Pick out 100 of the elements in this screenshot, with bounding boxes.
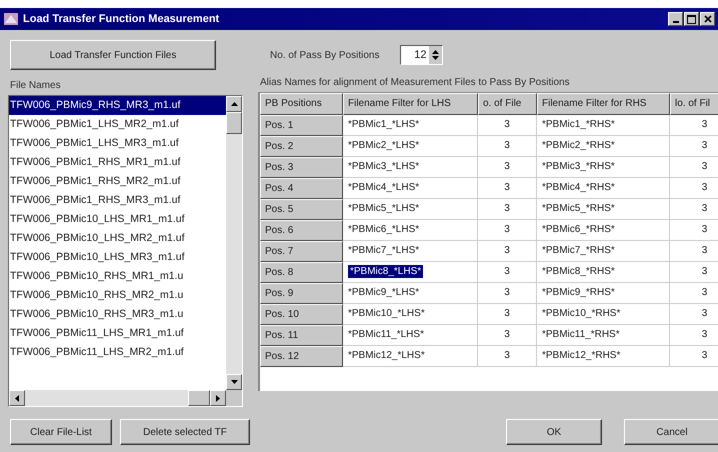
window-title: Load Transfer Function Measurement (23, 13, 220, 25)
scroll-right-icon[interactable] (216, 394, 220, 402)
row-header[interactable]: Pos. 6 (260, 220, 343, 241)
cancel-button[interactable]: Cancel (624, 419, 718, 445)
column-header[interactable]: o. of File (478, 93, 537, 115)
table-cell[interactable]: *PBMic1_*RHS* (537, 115, 670, 136)
file-list-item[interactable]: TFW006_PBMic10_LHS_MR2_m1.uf (9, 229, 226, 248)
delete-button[interactable]: Delete selected TF (120, 419, 250, 445)
table-cell[interactable]: *PBMic9_*RHS* (537, 283, 670, 304)
table-cell[interactable]: *PBMic9_*LHS* (343, 283, 478, 304)
file-list-item[interactable]: TFW006_PBMic1_LHS_MR3_m1.uf (9, 134, 226, 153)
row-header[interactable]: Pos. 7 (260, 241, 343, 262)
table-cell[interactable]: *PBMic12_*LHS* (343, 346, 478, 367)
table-cell[interactable]: *PBMic3_*LHS* (343, 157, 478, 178)
table-cell[interactable]: *PBMic6_*RHS* (537, 220, 670, 241)
table-cell: 3 (478, 199, 537, 220)
table-cell[interactable]: *PBMic5_*RHS* (537, 199, 670, 220)
row-header[interactable]: Pos. 3 (260, 157, 343, 178)
row-header[interactable]: Pos. 8 (260, 262, 343, 283)
file-list-item[interactable]: TFW006_PBMic9_RHS_MR3_m1.uf (9, 96, 226, 115)
file-names-label: File Names (10, 80, 62, 91)
spin-up-icon[interactable] (432, 50, 438, 54)
minimize-button[interactable] (668, 12, 683, 26)
scrollbar-corner (226, 390, 242, 406)
table-cell[interactable]: *PBMic8_*RHS* (537, 262, 670, 283)
table-cell[interactable]: *PBMic8_*LHS* (343, 262, 478, 283)
row-header[interactable]: Pos. 10 (260, 304, 343, 325)
column-header[interactable]: PB Positions (260, 93, 343, 115)
table-cell: 3 (670, 283, 718, 304)
row-header[interactable]: Pos. 11 (260, 325, 343, 346)
table-cell[interactable]: *PBMic2_*RHS* (537, 136, 670, 157)
table-cell: 3 (478, 304, 537, 325)
table-cell[interactable]: *PBMic10_*LHS* (343, 304, 478, 325)
column-header[interactable]: Filename Filter for LHS (343, 93, 478, 115)
table-cell[interactable]: *PBMic11_*LHS* (343, 325, 478, 346)
table-cell[interactable]: *PBMic7_*RHS* (537, 241, 670, 262)
table-cell[interactable]: *PBMic4_*LHS* (343, 178, 478, 199)
scroll-left-icon[interactable] (15, 394, 19, 402)
table-cell: 3 (670, 157, 718, 178)
table-cell[interactable]: *PBMic12_*RHS* (537, 346, 670, 367)
alias-names-label: Alias Names for alignment of Measurement Files to Pass By Positions (260, 77, 571, 88)
table-cell: 3 (670, 262, 718, 283)
table-cell: 3 (670, 136, 718, 157)
column-header[interactable]: Filename Filter for RHS (537, 93, 670, 115)
file-list-item[interactable]: TFW006_PBMic10_RHS_MR3_m1.u (9, 305, 226, 324)
table-cell: 3 (478, 157, 537, 178)
spin-down-icon[interactable] (432, 56, 438, 60)
maximize-icon (687, 14, 696, 24)
scroll-thumb[interactable] (226, 112, 242, 134)
maximize-button[interactable] (684, 12, 699, 26)
file-list-item[interactable]: TFW006_PBMic1_LHS_MR2_m1.uf (9, 115, 226, 134)
file-list-item[interactable]: TFW006_PBMic1_RHS_MR3_m1.uf (9, 191, 226, 210)
file-list-item[interactable]: TFW006_PBMic11_LHS_MR1_m1.uf (9, 324, 226, 343)
row-header[interactable]: Pos. 2 (260, 136, 343, 157)
row-header[interactable]: Pos. 4 (260, 178, 343, 199)
table-cell[interactable]: *PBMic10_*RHS* (537, 304, 670, 325)
horizontal-scrollbar[interactable] (9, 390, 242, 406)
table-cell: 3 (478, 115, 537, 136)
table-cell[interactable]: *PBMic2_*LHS* (343, 136, 478, 157)
table-cell: 3 (478, 262, 537, 283)
table-cell[interactable]: *PBMic7_*LHS* (343, 241, 478, 262)
row-header[interactable]: Pos. 9 (260, 283, 343, 304)
column-header[interactable]: lo. of Fil (670, 93, 718, 115)
table-cell[interactable]: *PBMic11_*RHS* (537, 325, 670, 346)
file-list-item[interactable]: TFW006_PBMic10_RHS_MR2_m1.u (9, 286, 226, 305)
close-icon (704, 15, 712, 23)
table-cell[interactable]: *PBMic3_*RHS* (537, 157, 670, 178)
table-cell[interactable]: *PBMic1_*LHS* (343, 115, 478, 136)
table-cell[interactable]: *PBMic4_*RHS* (537, 178, 670, 199)
close-button[interactable] (700, 12, 715, 26)
file-list-item[interactable]: TFW006_PBMic1_RHS_MR2_m1.uf (9, 172, 226, 191)
table-cell: 3 (670, 220, 718, 241)
table-cell: 3 (478, 220, 537, 241)
table-cell: 3 (478, 241, 537, 262)
scroll-thumb[interactable] (188, 390, 210, 406)
file-list-item[interactable]: TFW006_PBMic10_LHS_MR1_m1.uf (9, 210, 226, 229)
pass-by-spinner[interactable]: 12 (400, 45, 442, 65)
file-list-item[interactable]: TFW006_PBMic10_LHS_MR3_m1.uf (9, 248, 226, 267)
row-header[interactable]: Pos. 1 (260, 115, 343, 136)
table-cell[interactable]: *PBMic5_*LHS* (343, 199, 478, 220)
pass-by-positions-label: No. of Pass By Positions (270, 50, 380, 60)
clear-list-button[interactable]: Clear File-List (10, 419, 112, 445)
row-header[interactable]: Pos. 5 (260, 199, 343, 220)
row-header[interactable]: Pos. 12 (260, 346, 343, 367)
table-cell: 3 (670, 199, 718, 220)
vertical-scrollbar[interactable] (226, 96, 242, 390)
scroll-down-icon[interactable] (230, 380, 238, 384)
scroll-up-icon[interactable] (230, 102, 238, 106)
ok-button[interactable]: OK (506, 419, 602, 445)
table-cell: 3 (670, 178, 718, 199)
table-cell: 3 (478, 136, 537, 157)
table-cell[interactable]: *PBMic6_*LHS* (343, 220, 478, 241)
table-cell: 3 (670, 304, 718, 325)
load-files-button[interactable]: Load Transfer Function Files (10, 40, 216, 70)
file-list-item[interactable]: TFW006_PBMic1_RHS_MR1_m1.uf (9, 153, 226, 172)
file-list-item[interactable]: TFW006_PBMic11_LHS_MR2_m1.uf (9, 343, 226, 362)
file-list-item[interactable]: TFW006_PBMic10_RHS_MR1_m1.u (9, 267, 226, 286)
table-cell: 3 (478, 178, 537, 199)
table-cell: 3 (670, 241, 718, 262)
table-cell: 3 (478, 346, 537, 367)
